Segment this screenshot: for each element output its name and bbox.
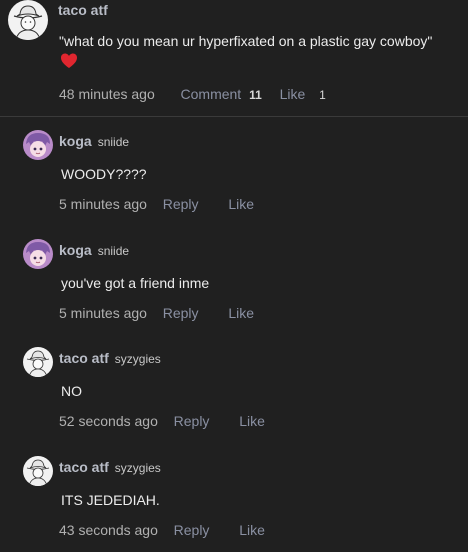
koga-avatar[interactable] — [23, 239, 53, 269]
author-name[interactable]: koga — [59, 242, 92, 258]
post-meta: 48 minutes ago Comment 11 Like 1 — [59, 86, 326, 102]
reply-item: koga sniide you've got a friend inme 5 mi… — [0, 226, 468, 335]
author-name[interactable]: taco atf — [59, 459, 109, 475]
author-name[interactable]: taco atf — [59, 350, 109, 366]
anime-avatar-icon — [23, 239, 53, 269]
reply-button[interactable]: Reply — [174, 413, 210, 429]
taco-avatar[interactable] — [23, 347, 53, 377]
reply-item: koga sniide WOODY???? 5 minutes ago Reply… — [0, 117, 468, 226]
reply-author[interactable]: taco atf syzygies — [59, 350, 161, 366]
author-handle: sniide — [97, 244, 130, 258]
reply-text: NO — [61, 383, 82, 399]
like-count: 1 — [319, 88, 326, 102]
reply-author[interactable]: taco atf syzygies — [59, 459, 161, 475]
reply-author[interactable]: koga sniide — [59, 242, 129, 258]
post-author[interactable]: taco atf — [58, 2, 108, 18]
cowboy-avatar[interactable] — [8, 0, 48, 40]
author-name[interactable]: koga — [59, 133, 92, 149]
reply-button[interactable]: Reply — [163, 305, 199, 321]
reply-timestamp: 5 minutes ago — [59, 305, 147, 321]
comment-button[interactable]: Comment — [181, 86, 242, 102]
reply-meta: 5 minutes ago Reply Like — [59, 305, 254, 321]
reply-meta: 5 minutes ago Reply Like — [59, 196, 254, 212]
reply-meta: 52 seconds ago Reply Like — [59, 413, 265, 429]
cowboy-sketch-avatar-icon — [23, 456, 53, 486]
like-button[interactable]: Like — [228, 196, 254, 212]
author-handle: sniide — [97, 135, 130, 149]
koga-avatar[interactable] — [23, 130, 53, 160]
cowboy-avatar-icon — [8, 0, 48, 40]
reply-timestamp: 52 seconds ago — [59, 413, 158, 429]
post: taco atf "what do you mean ur hyperfixat… — [0, 0, 468, 117]
heart-icon — [61, 53, 77, 68]
like-button[interactable]: Like — [280, 86, 306, 102]
reply-text: ITS JEDEDIAH. — [61, 492, 160, 508]
reply-item: taco atf syzygies NO 52 seconds ago Reply… — [0, 334, 468, 443]
like-button[interactable]: Like — [239, 413, 265, 429]
post-text: "what do you mean ur hyperfixated on a p… — [59, 33, 433, 49]
taco-avatar[interactable] — [23, 456, 53, 486]
cowboy-sketch-avatar-icon — [23, 347, 53, 377]
author-handle: syzygies — [114, 352, 161, 366]
comment-count: 11 — [249, 88, 262, 102]
reply-timestamp: 5 minutes ago — [59, 196, 147, 212]
like-button[interactable]: Like — [228, 305, 254, 321]
reply-author[interactable]: koga sniide — [59, 133, 129, 149]
reply-text: you've got a friend inme — [61, 275, 210, 291]
post-timestamp: 48 minutes ago — [59, 86, 155, 102]
reply-text: WOODY???? — [61, 166, 147, 182]
reply-button[interactable]: Reply — [163, 196, 199, 212]
author-handle: syzygies — [114, 461, 161, 475]
anime-avatar-icon — [23, 130, 53, 160]
